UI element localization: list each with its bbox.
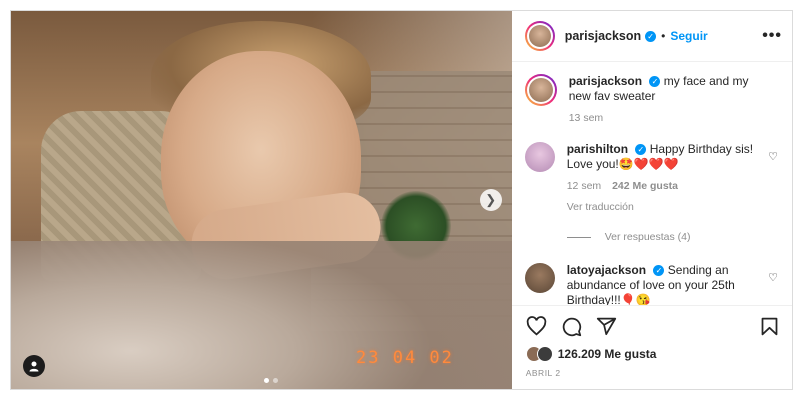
comment-icon[interactable] bbox=[561, 316, 582, 337]
comment-username[interactable]: parishilton bbox=[567, 142, 628, 156]
author-username[interactable]: parisjackson bbox=[565, 29, 641, 43]
commenter-avatar[interactable] bbox=[524, 142, 555, 172]
carousel-next-button[interactable]: ❯ bbox=[479, 189, 502, 211]
view-replies-button[interactable]: Ver respuestas (4) bbox=[566, 231, 778, 243]
comment-like-heart-icon[interactable]: ♡ bbox=[768, 150, 778, 163]
comment-likes[interactable]: 242 Me gusta bbox=[612, 180, 678, 192]
photo-date-stamp: 23 04 02 bbox=[356, 348, 454, 368]
chevron-right-icon: ❯ bbox=[485, 192, 497, 207]
comment-time: 12 sem bbox=[566, 180, 602, 192]
commenter-avatar[interactable] bbox=[524, 263, 555, 293]
likes-row[interactable]: 126.209 Me gusta bbox=[525, 346, 780, 362]
caption-username[interactable]: parisjackson bbox=[569, 74, 642, 88]
comment-like-heart-icon[interactable]: ♡ bbox=[768, 271, 778, 284]
comment-meta: 12 sem 242 Me gusta bbox=[567, 179, 762, 194]
follow-button[interactable]: Seguir bbox=[670, 29, 707, 43]
caption: parisjackson ✓ my face and my new fav sw… bbox=[525, 74, 778, 126]
likes-count[interactable]: 126.209 Me gusta bbox=[558, 347, 657, 361]
verified-badge-icon: ✓ bbox=[645, 30, 657, 42]
share-icon[interactable] bbox=[596, 316, 617, 337]
user-tag-icon bbox=[29, 361, 39, 372]
verified-badge-icon: ✓ bbox=[653, 265, 665, 277]
view-replies-label: Ver respuestas (4) bbox=[604, 231, 691, 243]
verified-badge-icon: ✓ bbox=[649, 76, 661, 88]
action-icons-row bbox=[526, 316, 780, 337]
bookmark-icon[interactable] bbox=[759, 316, 780, 337]
liker-avatar bbox=[536, 346, 553, 362]
header-separator: • bbox=[661, 29, 666, 43]
caption-avatar[interactable] bbox=[525, 74, 557, 106]
author-avatar[interactable] bbox=[525, 21, 555, 51]
comment-item: parishilton ✓ Happy Birthday sis! Love y… bbox=[524, 142, 778, 215]
comment-username[interactable]: latoyajackson bbox=[567, 263, 646, 277]
heart-icon[interactable] bbox=[526, 316, 547, 337]
more-options-icon[interactable]: ••• bbox=[762, 27, 782, 45]
post-date[interactable]: ABRIL 2 bbox=[526, 368, 780, 378]
replies-line bbox=[566, 236, 591, 238]
post-photo[interactable]: 23 04 02 ❯ bbox=[11, 11, 512, 389]
carousel-dots bbox=[264, 378, 278, 383]
verified-badge-icon: ✓ bbox=[635, 144, 647, 156]
comment-item: latoyajackson ✓ Sending an abundance of … bbox=[524, 263, 778, 305]
carousel-dot bbox=[264, 378, 269, 383]
post-header: parisjackson ✓ • Seguir ••• bbox=[511, 11, 792, 62]
translate-link[interactable]: Ver traducción bbox=[567, 200, 762, 215]
tagged-users-button[interactable] bbox=[23, 355, 45, 377]
post-actions: 126.209 Me gusta ABRIL 2 bbox=[511, 305, 792, 389]
carousel-dot bbox=[273, 378, 278, 383]
comments-list[interactable]: parisjackson ✓ my face and my new fav sw… bbox=[512, 62, 792, 305]
post-side-panel: parisjackson ✓ • Seguir ••• parisjackson… bbox=[511, 11, 792, 389]
post-frame: 23 04 02 ❯ parisjackson ✓ • Seguir ••• p… bbox=[10, 10, 793, 390]
caption-time: 13 sem bbox=[568, 112, 604, 124]
